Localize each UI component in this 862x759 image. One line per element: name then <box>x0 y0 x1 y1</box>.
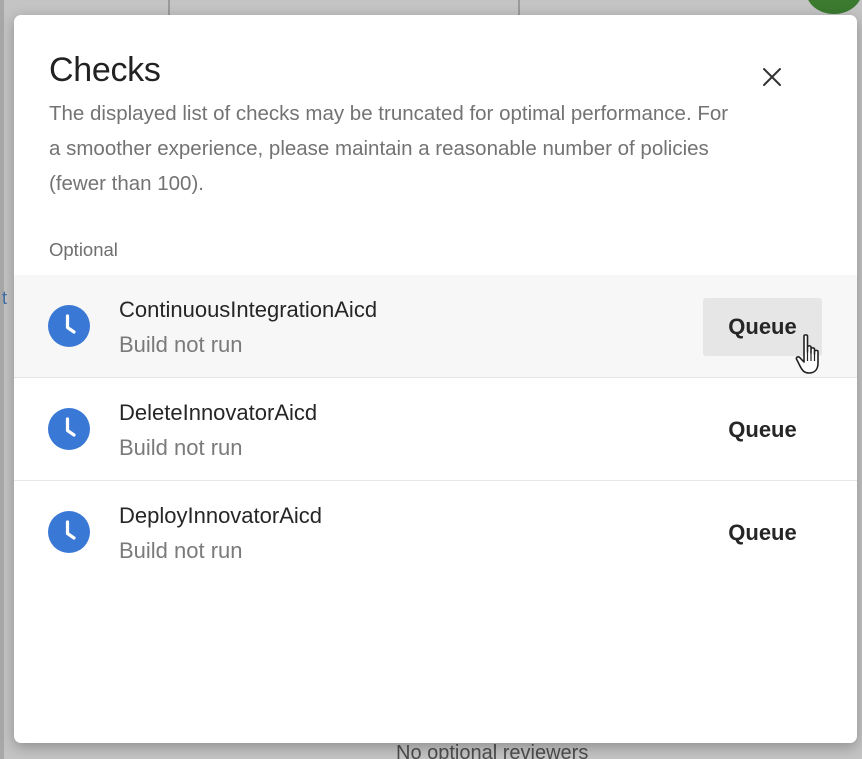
background-avatar <box>806 0 862 14</box>
clock-icon <box>48 408 90 450</box>
dialog-title: Checks <box>49 51 161 89</box>
hand-pointer-cursor-icon <box>795 334 819 374</box>
background-divider <box>518 0 520 16</box>
background-divider <box>168 0 170 16</box>
close-icon <box>763 68 781 86</box>
section-label-optional: Optional <box>49 239 118 260</box>
check-status: Build not run <box>119 332 243 357</box>
dialog-subtitle: The displayed list of checks may be trun… <box>49 102 729 195</box>
clock-icon <box>48 511 90 553</box>
background-divider <box>0 0 4 759</box>
check-row: DeployInnovatorAicd Build not run Queue <box>14 481 857 584</box>
check-name: ContinuousIntegrationAicd <box>119 297 378 322</box>
check-status: Build not run <box>119 435 243 460</box>
check-name: DeleteInnovatorAicd <box>119 400 318 425</box>
background-link: t <box>2 288 8 308</box>
checks-list: ContinuousIntegrationAicd Build not run … <box>14 275 857 584</box>
check-row: ContinuousIntegrationAicd Build not run … <box>14 275 857 378</box>
background-footer-text: No optional reviewers <box>396 742 589 759</box>
queue-button[interactable]: Queue <box>703 504 822 562</box>
checks-dialog: Checks The displayed list of checks may … <box>14 15 857 743</box>
check-status: Build not run <box>119 538 243 563</box>
clock-icon <box>48 305 90 347</box>
check-row: DeleteInnovatorAicd Build not run Queue <box>14 378 857 481</box>
queue-button[interactable]: Queue <box>703 401 822 459</box>
close-button[interactable] <box>758 63 786 91</box>
check-name: DeployInnovatorAicd <box>119 503 323 528</box>
